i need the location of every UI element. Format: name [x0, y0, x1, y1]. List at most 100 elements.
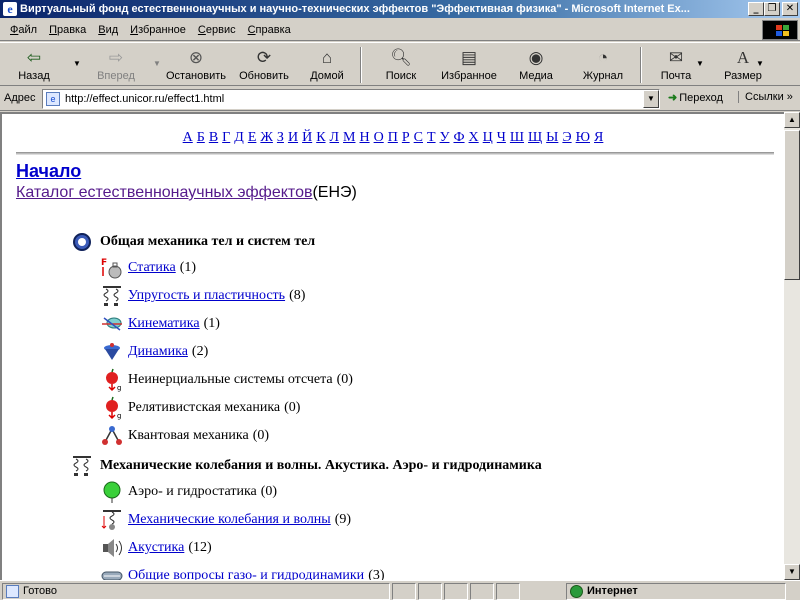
letter-link[interactable]: Е: [248, 130, 257, 145]
menu-label-rest: ервис: [205, 24, 236, 36]
search-button[interactable]: 🔍︎ Поиск: [378, 45, 424, 85]
list-item: Акустика (12): [100, 536, 212, 560]
flow-icon: [100, 564, 124, 580]
spinning-top-icon: [100, 340, 124, 364]
status-pane: [444, 583, 468, 600]
effect-link[interactable]: Общие вопросы газо- и гидродинамики: [128, 568, 364, 580]
letter-link[interactable]: У: [440, 130, 450, 145]
effect-label: Релятивистская механика: [128, 400, 281, 415]
menu-item-3[interactable]: Избранное: [124, 21, 192, 39]
close-button[interactable]: ✕: [782, 2, 798, 16]
effect-count: (2): [191, 344, 209, 359]
status-pane: [470, 583, 494, 600]
scroll-down-button[interactable]: ▼: [784, 564, 800, 580]
letter-link[interactable]: Г: [222, 130, 230, 145]
effect-link[interactable]: Статика: [128, 260, 176, 276]
letter-link[interactable]: М: [343, 130, 355, 145]
catalog-line: Каталог естественнонаучных эффектов(ЕНЭ): [16, 184, 784, 202]
section-title: Механические колебания и волны. Акустика…: [100, 458, 542, 473]
toolbar-separator: [640, 47, 642, 83]
page-icon: e: [46, 92, 60, 106]
favorites-button[interactable]: ▤ Избранное: [436, 45, 502, 85]
letter-link[interactable]: Щ: [528, 130, 542, 145]
forward-arrow-icon: ⇨: [108, 48, 124, 67]
letter-link[interactable]: Х: [469, 130, 479, 145]
minimize-button[interactable]: _: [748, 2, 764, 16]
back-dropdown[interactable]: ▼: [68, 45, 81, 85]
catalog-link[interactable]: Каталог естественнонаучных эффектов: [16, 184, 312, 201]
letter-link[interactable]: В: [209, 130, 218, 145]
letter-link[interactable]: П: [388, 130, 398, 145]
maximize-button[interactable]: ❐: [764, 2, 780, 16]
dropdown-arrow-icon: ▼: [756, 59, 764, 68]
letter-link[interactable]: Ж: [260, 130, 273, 145]
vertical-scrollbar[interactable]: ▲ ▼: [784, 112, 800, 580]
letter-link[interactable]: Й: [302, 130, 312, 145]
address-input[interactable]: e http://effect.unicor.ru/effect1.html ▼: [42, 89, 660, 109]
letter-link[interactable]: А: [183, 130, 193, 145]
links-button[interactable]: Ссылки »: [738, 91, 793, 103]
refresh-button[interactable]: ⟳ Обновить: [234, 45, 294, 85]
letter-link[interactable]: Т: [427, 130, 436, 145]
history-icon: ◔: [597, 48, 609, 67]
stop-button[interactable]: ⊗ Остановить: [160, 45, 232, 85]
status-pane: [418, 583, 442, 600]
address-url: http://effect.unicor.ru/effect1.html: [65, 93, 225, 105]
horizontal-rule: [16, 152, 774, 155]
letter-link[interactable]: Ы: [546, 130, 558, 145]
letter-link[interactable]: Р: [402, 130, 410, 145]
scroll-up-button[interactable]: ▲: [784, 112, 800, 128]
effect-count: (1): [203, 316, 220, 331]
effect-link[interactable]: Механические колебания и волны: [128, 512, 331, 528]
effect-link[interactable]: Динамика: [128, 344, 188, 360]
go-button[interactable]: ➜ Переход: [668, 91, 723, 104]
address-dropdown-button[interactable]: ▼: [643, 90, 659, 108]
menu-item-4[interactable]: Сервис: [192, 21, 242, 39]
letter-link[interactable]: Ф: [453, 130, 464, 145]
letter-link[interactable]: Л: [330, 130, 340, 145]
letter-link[interactable]: С: [414, 130, 423, 145]
letter-link[interactable]: Д: [234, 130, 244, 145]
menu-label-rest: айл: [18, 24, 38, 36]
letter-link[interactable]: Я: [594, 130, 603, 145]
menu-item-5[interactable]: Справка: [242, 21, 297, 39]
letter-link[interactable]: О: [374, 130, 384, 145]
forward-button[interactable]: ⇨ Вперед: [88, 45, 144, 85]
letter-link[interactable]: З: [277, 130, 284, 145]
menu-label-rest: збранное: [138, 24, 186, 36]
effect-count: (0): [260, 484, 278, 499]
effect-link[interactable]: Акустика: [128, 540, 184, 556]
letter-link[interactable]: К: [316, 130, 325, 145]
menu-item-2[interactable]: Вид: [92, 21, 124, 39]
letter-link[interactable]: И: [288, 130, 298, 145]
menu-accel: В: [98, 24, 106, 36]
effect-link[interactable]: Упругость и пластичность: [128, 288, 285, 304]
toolbar: ⇦ Назад ▼ ⇨ Вперед ▼ ⊗ Остановить ⟳ Обно…: [0, 42, 800, 86]
scroll-thumb[interactable]: [784, 130, 800, 280]
letter-link[interactable]: Б: [197, 130, 205, 145]
menu-item-1[interactable]: Правка: [43, 21, 92, 39]
letter-link[interactable]: Ц: [483, 130, 493, 145]
stop-label: Остановить: [165, 70, 227, 82]
home-button[interactable]: ⌂ Домой: [304, 45, 350, 85]
history-button[interactable]: ◔ Журнал: [578, 45, 628, 85]
windows-logo-icon: [762, 20, 798, 40]
size-dropdown[interactable]: ▼: [752, 45, 764, 85]
internet-globe-icon: [570, 585, 583, 598]
media-button[interactable]: ◉ Медиа: [512, 45, 560, 85]
menu-item-0[interactable]: Файл: [4, 21, 43, 39]
mail-dropdown[interactable]: ▼: [692, 45, 704, 85]
back-button[interactable]: ⇦ Назад: [6, 45, 62, 85]
letter-link[interactable]: Ш: [510, 130, 524, 145]
letter-link[interactable]: Ю: [576, 130, 590, 145]
letter-link[interactable]: Н: [359, 130, 369, 145]
menu-label-rest: правка: [255, 24, 291, 36]
home-link[interactable]: Начало: [16, 161, 784, 182]
effect-link[interactable]: Кинематика: [128, 316, 200, 332]
menu-accel: П: [49, 24, 57, 36]
status-zone: Интернет: [566, 583, 786, 600]
letter-link[interactable]: Ч: [497, 130, 506, 145]
letter-link[interactable]: Э: [562, 130, 571, 145]
svg-text:g: g: [117, 412, 121, 420]
forward-dropdown[interactable]: ▼: [148, 45, 161, 85]
